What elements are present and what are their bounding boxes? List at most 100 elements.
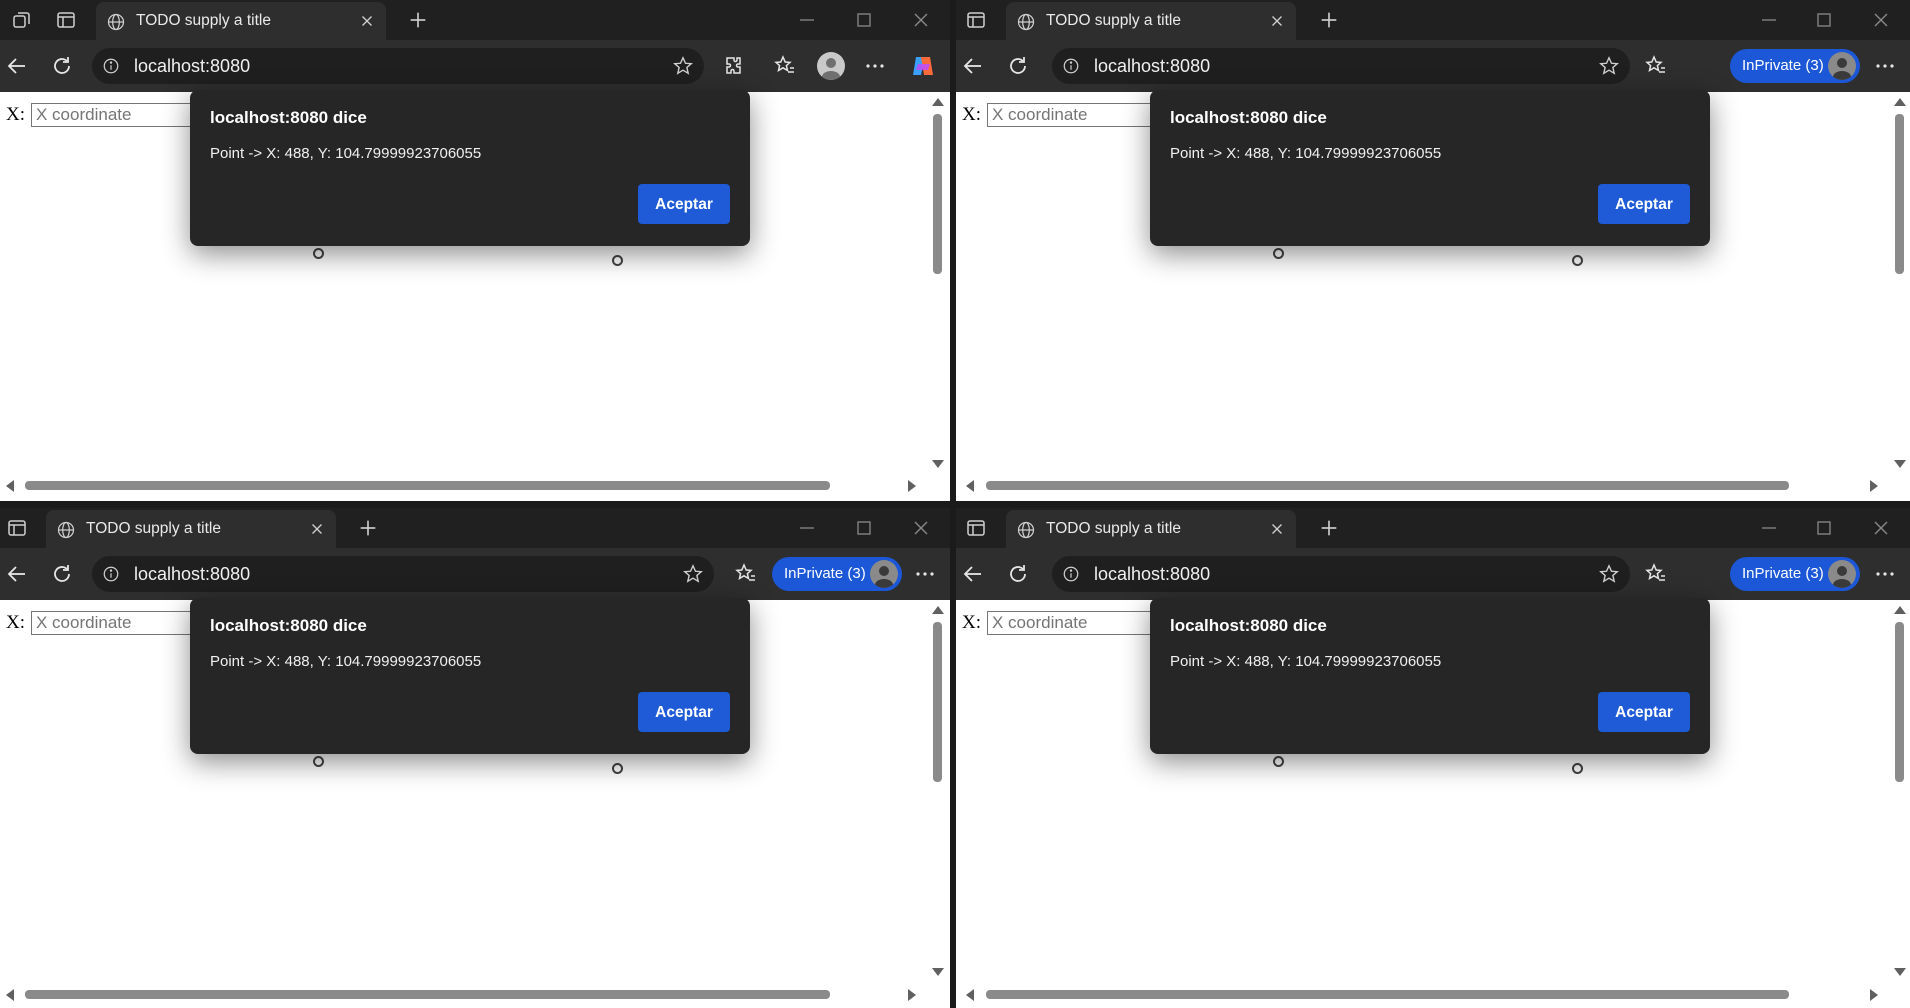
accept-button[interactable]: Aceptar [638,692,730,732]
x-coordinate-input[interactable] [987,103,1157,127]
inprivate-badge[interactable]: InPrivate (3) [772,557,902,591]
scroll-up-arrow-icon[interactable] [1894,98,1906,106]
minimize-icon[interactable] [795,8,819,32]
vertical-scroll-thumb[interactable] [933,622,942,782]
star-icon[interactable] [682,563,704,585]
scroll-right-arrow-icon[interactable] [1870,480,1878,492]
window-close-icon[interactable] [909,8,933,32]
refresh-icon[interactable] [1006,562,1030,586]
accept-button[interactable]: Aceptar [1598,184,1690,224]
active-tab[interactable]: TODO supply a title [46,510,336,548]
window-close-icon[interactable] [1869,516,1893,540]
scroll-down-arrow-icon[interactable] [932,968,944,976]
back-arrow-icon[interactable] [5,54,29,78]
x-coordinate-input[interactable] [987,611,1157,635]
horizontal-scrollbar[interactable] [0,986,928,1003]
tab-actions-icon[interactable] [5,516,29,540]
back-arrow-icon[interactable] [961,54,985,78]
close-icon[interactable] [1268,12,1286,30]
accept-button[interactable]: Aceptar [638,184,730,224]
x-coordinate-input[interactable] [31,103,201,127]
favorites-icon[interactable] [1644,54,1668,78]
star-icon[interactable] [672,55,694,77]
minimize-icon[interactable] [1757,8,1781,32]
vertical-scrollbar[interactable] [928,92,945,479]
plus-icon[interactable] [1318,9,1340,31]
tab-actions-icon[interactable] [54,8,78,32]
window-close-icon[interactable] [1869,8,1893,32]
back-arrow-icon[interactable] [5,562,29,586]
favorites-icon[interactable] [773,54,797,78]
plus-icon[interactable] [1318,517,1340,539]
close-icon[interactable] [308,520,326,538]
horizontal-scroll-thumb[interactable] [25,481,830,490]
scroll-down-arrow-icon[interactable] [932,460,944,468]
address-bar[interactable]: localhost:8080 [1052,48,1630,84]
vertical-scroll-thumb[interactable] [1895,114,1904,274]
info-icon[interactable] [1062,565,1080,583]
scroll-left-arrow-icon[interactable] [966,480,974,492]
active-tab[interactable]: TODO supply a title [1006,510,1296,548]
horizontal-scroll-thumb[interactable] [986,481,1789,490]
refresh-icon[interactable] [1006,54,1030,78]
horizontal-scrollbar[interactable] [956,477,1890,494]
address-bar[interactable]: localhost:8080 [1052,556,1630,592]
star-icon[interactable] [1598,563,1620,585]
plus-icon[interactable] [407,9,429,31]
back-arrow-icon[interactable] [961,562,985,586]
star-icon[interactable] [1598,55,1620,77]
horizontal-scrollbar[interactable] [0,477,928,494]
minimize-icon[interactable] [795,516,819,540]
info-icon[interactable] [1062,57,1080,75]
more-icon[interactable] [1873,54,1897,78]
active-tab[interactable]: TODO supply a title [1006,2,1296,40]
vertical-scrollbar[interactable] [928,600,945,987]
horizontal-scroll-thumb[interactable] [25,990,830,999]
scroll-down-arrow-icon[interactable] [1894,968,1906,976]
refresh-icon[interactable] [50,562,74,586]
workspaces-icon[interactable] [10,8,34,32]
scroll-up-arrow-icon[interactable] [932,98,944,106]
more-icon[interactable] [913,562,937,586]
horizontal-scroll-thumb[interactable] [986,990,1789,999]
address-bar[interactable]: localhost:8080 [92,48,704,84]
refresh-icon[interactable] [50,54,74,78]
scroll-right-arrow-icon[interactable] [908,989,916,1001]
scroll-right-arrow-icon[interactable] [1870,989,1878,1001]
info-icon[interactable] [102,57,120,75]
favorites-icon[interactable] [734,562,758,586]
more-icon[interactable] [1873,562,1897,586]
copilot-icon[interactable] [909,52,937,80]
scroll-up-arrow-icon[interactable] [1894,606,1906,614]
plus-icon[interactable] [357,517,379,539]
window-close-icon[interactable] [909,516,933,540]
scroll-left-arrow-icon[interactable] [966,989,974,1001]
address-bar[interactable]: localhost:8080 [92,556,714,592]
horizontal-scrollbar[interactable] [956,986,1890,1003]
favorites-icon[interactable] [1644,562,1668,586]
vertical-scroll-thumb[interactable] [1895,622,1904,782]
maximize-icon[interactable] [852,8,876,32]
more-icon[interactable] [863,54,887,78]
close-icon[interactable] [358,12,376,30]
minimize-icon[interactable] [1757,516,1781,540]
close-icon[interactable] [1268,520,1286,538]
vertical-scrollbar[interactable] [1890,600,1907,987]
scroll-left-arrow-icon[interactable] [6,480,14,492]
vertical-scroll-thumb[interactable] [933,114,942,274]
active-tab[interactable]: TODO supply a title [96,2,386,40]
maximize-icon[interactable] [1812,516,1836,540]
inprivate-badge[interactable]: InPrivate (3) [1730,557,1860,591]
scroll-left-arrow-icon[interactable] [6,989,14,1001]
puzzle-icon[interactable] [722,54,746,78]
maximize-icon[interactable] [1812,8,1836,32]
info-icon[interactable] [102,565,120,583]
profile-avatar[interactable] [817,52,845,80]
scroll-down-arrow-icon[interactable] [1894,460,1906,468]
inprivate-badge[interactable]: InPrivate (3) [1730,49,1860,83]
scroll-up-arrow-icon[interactable] [932,606,944,614]
scroll-right-arrow-icon[interactable] [908,480,916,492]
accept-button[interactable]: Aceptar [1598,692,1690,732]
vertical-scrollbar[interactable] [1890,92,1907,479]
x-coordinate-input[interactable] [31,611,201,635]
